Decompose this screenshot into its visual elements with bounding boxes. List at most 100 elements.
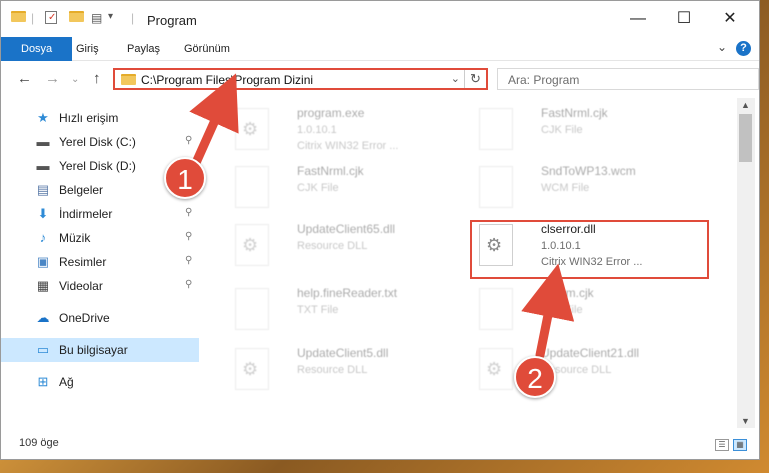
separator: | — [31, 11, 35, 25]
pin-icon: ⚲ — [185, 279, 193, 290]
file-item[interactable]: UpdateClient21.dllResource DLL — [471, 344, 721, 402]
search-input[interactable]: Ara: Program — [497, 68, 759, 90]
scroll-thumb[interactable] — [739, 114, 752, 162]
navigation-pane: ★ Hızlı erişim ▬ Yerel Disk (C:) ⚲ ▬ Yerel Dis… — [1, 98, 201, 428]
scroll-down-icon[interactable]: ▼ — [741, 416, 750, 426]
pictures-icon: ▣ — [36, 254, 50, 269]
pin-icon: ⚲ — [185, 231, 193, 242]
dll-file-icon — [479, 348, 513, 390]
sidebar-item[interactable]: ☁ OneDrive — [1, 306, 199, 330]
sidebar-item[interactable]: ⊞ Ağ — [1, 370, 199, 394]
tab-paylas[interactable]: Paylaş — [116, 37, 171, 61]
file-name: FastNrml.cjk — [297, 164, 364, 178]
sidebar-item[interactable]: ⬇ İndirmeler ⚲ — [1, 202, 199, 226]
dll-file-icon — [235, 348, 269, 390]
recent-dropdown[interactable]: ⌄ — [71, 74, 79, 85]
sidebar-item-label: Yerel Disk (D:) — [59, 159, 136, 173]
file-detail: 1.0.10.1 — [297, 124, 337, 136]
up-button[interactable]: ↑ — [93, 70, 101, 87]
file-item[interactable]: UpdateClient65.dll Resource DLL — [227, 220, 477, 278]
sidebar-item-label: Belgeler — [59, 183, 104, 197]
sidebar-item[interactable]: ♪ Müzik ⚲ — [1, 226, 199, 250]
maximize-button[interactable]: ☐ — [669, 7, 699, 31]
scroll-up-icon[interactable]: ▲ — [741, 100, 750, 110]
customize-toolbar-icon[interactable]: ▤ — [91, 11, 102, 25]
minimize-button[interactable]: — — [623, 7, 653, 31]
dll-file-icon — [235, 224, 269, 266]
computer-icon: ▭ — [36, 342, 50, 357]
drive-icon: ▬ — [36, 134, 50, 149]
address-bar[interactable]: C:\Program Files\Program Dizini ⌄ ↻ — [113, 68, 488, 90]
tab-dosya[interactable]: Dosya — [1, 37, 73, 61]
tiles-view-icon[interactable]: ▦ — [733, 439, 747, 451]
pin-icon: ⚲ — [185, 135, 193, 146]
drive-icon: ▬ — [36, 158, 50, 173]
refresh-button[interactable]: ↻ — [464, 70, 486, 88]
folder-icon — [121, 74, 136, 85]
pin-icon: ⚲ — [185, 207, 193, 218]
file-detail: WCM File — [541, 182, 590, 194]
file-item[interactable]: Kat..m.cjk CJK File — [471, 284, 721, 342]
cloud-icon: ☁ — [36, 310, 50, 325]
star-icon: ★ — [37, 110, 49, 125]
sidebar-item-label: Müzik — [59, 231, 91, 245]
details-view-icon[interactable]: ☰ — [715, 439, 729, 451]
documents-icon: ▤ — [36, 182, 50, 197]
search-placeholder: Ara: Program — [508, 73, 580, 87]
close-button[interactable]: ✕ — [715, 7, 745, 31]
file-item[interactable]: FastNrml.cjk CJK File — [227, 162, 477, 220]
status-bar: 109 öge ☰ ▦ — [1, 433, 759, 459]
file-name: FastNrml.cjk — [541, 106, 608, 120]
file-name: UpdateClient21.dll — [541, 346, 640, 360]
sidebar-item[interactable]: ▬ Yerel Disk (C:) ⚲ — [1, 130, 199, 154]
file-name: UpdateClient65.dll — [297, 222, 396, 236]
file-icon — [479, 166, 513, 208]
file-detail: CJK File — [297, 182, 339, 194]
file-icon — [479, 108, 513, 150]
file-detail: Resource DLL — [297, 364, 368, 376]
tab-giris[interactable]: Giriş — [65, 37, 110, 61]
vertical-scrollbar[interactable]: ▲ ▼ — [737, 98, 755, 428]
item-count: 109 öge — [19, 437, 59, 449]
download-icon: ⬇ — [37, 206, 49, 221]
file-icon — [479, 288, 513, 330]
properties-icon[interactable]: ✓ — [45, 11, 57, 24]
file-icon — [235, 166, 269, 208]
file-name: program.exe — [297, 106, 365, 120]
navigation-bar: ← → ⌄ ↑ C:\Program Files\Program Dizini … — [1, 62, 759, 96]
dll-file-icon — [235, 108, 269, 150]
sidebar-item-label: Hızlı erişim — [59, 111, 119, 125]
sidebar-item[interactable]: ▣ Resimler ⚲ — [1, 250, 199, 274]
annotation-badge-1: 1 — [164, 157, 206, 199]
network-icon: ⊞ — [37, 374, 49, 389]
sidebar-item[interactable]: ▦ Videolar ⚲ — [1, 274, 199, 298]
sidebar-item-label: Videolar — [59, 279, 103, 293]
back-button[interactable]: ← — [17, 70, 32, 87]
address-path[interactable]: C:\Program Files\Program Dizini — [141, 73, 313, 87]
tab-gorunum[interactable]: Görünüm — [173, 37, 241, 61]
expand-ribbon-icon[interactable]: ⌄ — [717, 40, 727, 54]
file-item[interactable]: FastNrml.cjk CJK File — [471, 104, 721, 162]
file-item[interactable]: program.exe 1.0.10.1 Citrix WIN32 Error ..… — [227, 104, 477, 162]
sidebar-item-label: Ağ — [59, 375, 74, 389]
forward-button[interactable]: → — [45, 70, 60, 87]
sidebar-item[interactable]: ▭ Bu bilgisayar — [1, 338, 199, 362]
file-item[interactable]: help.fineReader.txt TXT File — [227, 284, 477, 342]
file-name: SndToWP13.wcm — [541, 164, 636, 178]
sidebar-item-label: Resimler — [59, 255, 107, 269]
annotation-badge-2: 2 — [514, 356, 556, 398]
sidebar-item-label: İndirmeler — [59, 207, 113, 221]
pin-icon: ⚲ — [185, 255, 193, 266]
file-item[interactable]: SndToWP13.wcm WCM File — [471, 162, 721, 220]
toolbar-dropdown[interactable]: ▾ — [108, 11, 113, 22]
sidebar-item-label: Yerel Disk (C:) — [59, 135, 136, 149]
file-detail: CJK File — [541, 124, 583, 136]
file-name: help.fineReader.txt — [297, 286, 398, 300]
file-item[interactable]: UpdateClient5.dll Resource DLL — [227, 344, 477, 402]
videos-icon: ▦ — [36, 278, 50, 293]
file-detail: Resource DLL — [297, 240, 368, 252]
sidebar-item[interactable]: ★ Hızlı erişim — [1, 106, 199, 130]
new-folder-icon[interactable] — [69, 11, 84, 22]
address-dropdown[interactable]: ⌄ — [451, 72, 460, 85]
help-icon[interactable]: ? — [736, 41, 751, 56]
